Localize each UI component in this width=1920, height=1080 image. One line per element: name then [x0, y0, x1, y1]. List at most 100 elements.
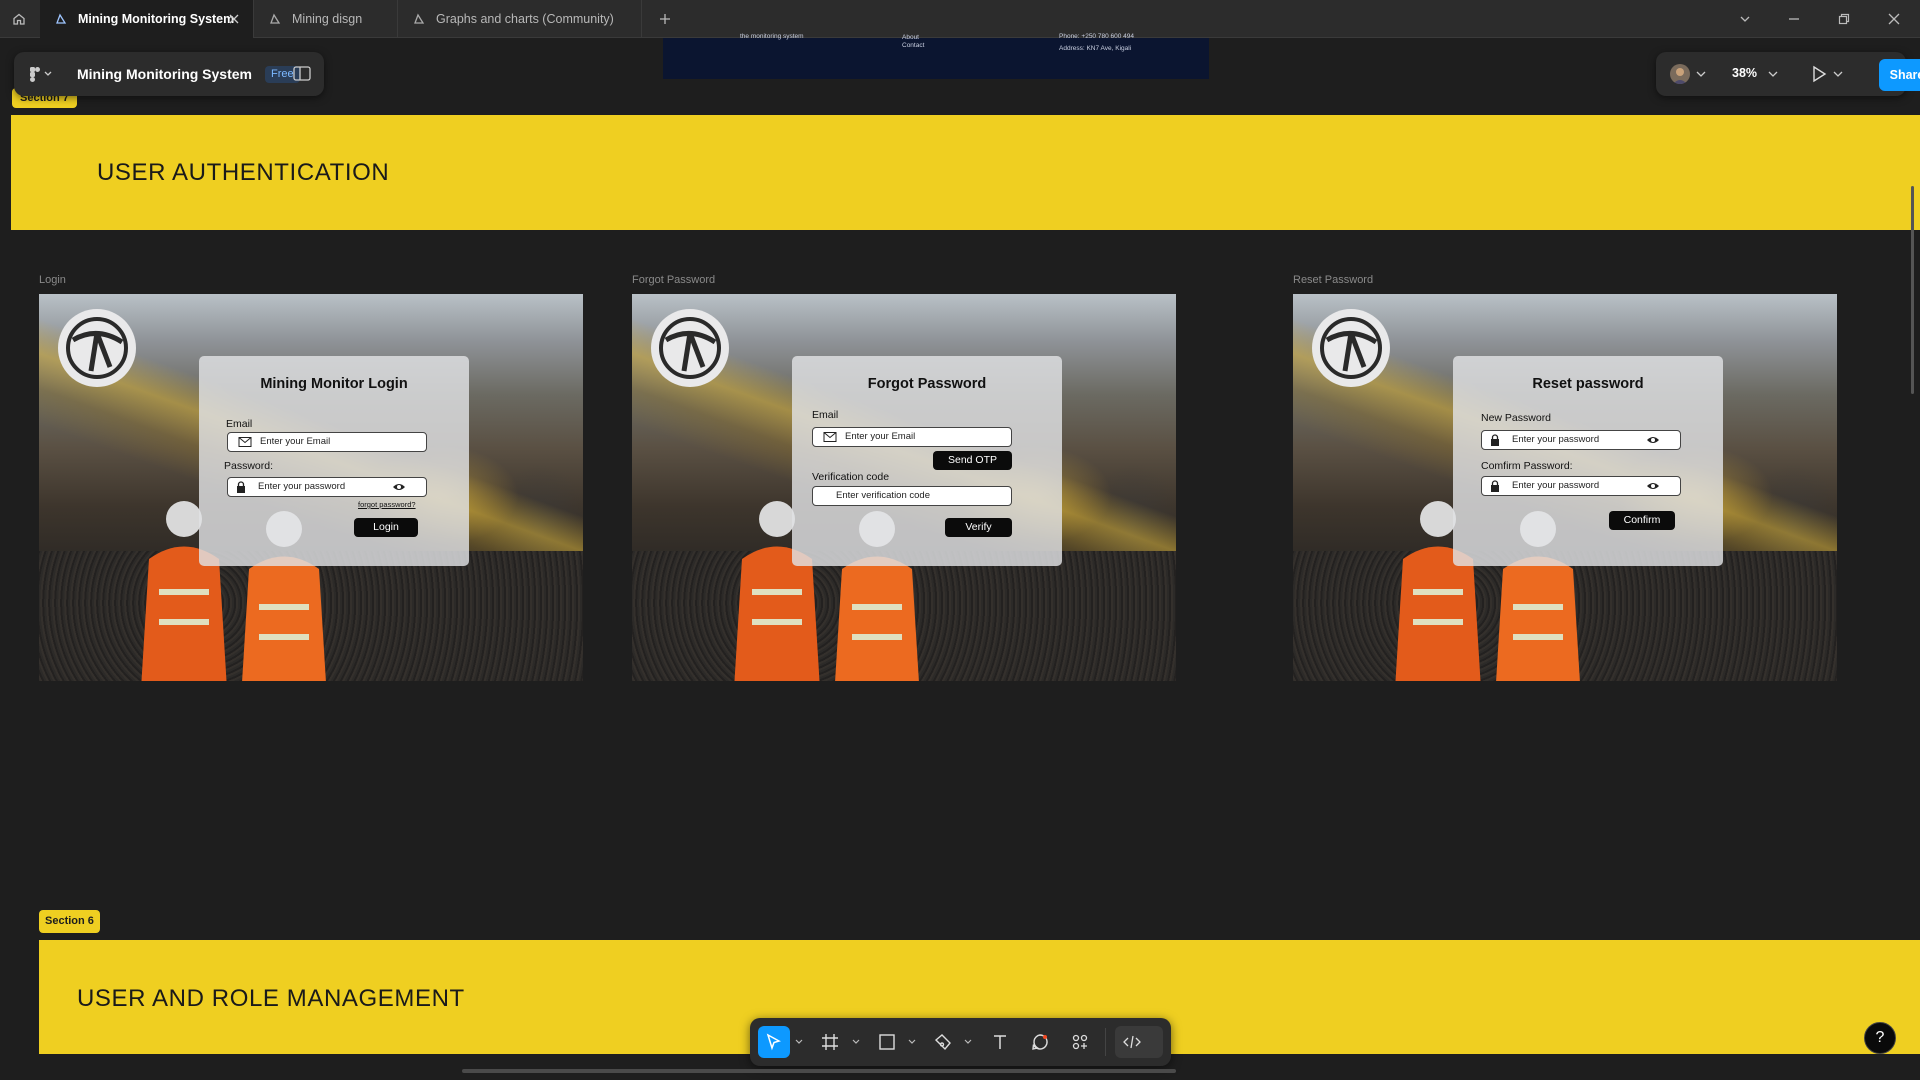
figma-menu-icon[interactable]	[28, 64, 60, 84]
chevron-down-icon[interactable]	[964, 1039, 972, 1045]
dev-mode-icon[interactable]	[1115, 1026, 1163, 1058]
verification-code-field[interactable]: Enter verification code	[812, 486, 1012, 506]
login-frame[interactable]: Mining Monitor Login Email Enter your Em…	[39, 294, 583, 681]
verification-code-label: Verification code	[812, 471, 890, 483]
file-menu-pill: Mining Monitoring System Free	[14, 52, 324, 96]
text-tool-icon[interactable]	[984, 1026, 1016, 1058]
email-label: Email	[812, 409, 839, 421]
plus-icon[interactable]	[654, 8, 676, 30]
pickaxe-logo-icon	[651, 309, 729, 387]
chevron-down-icon[interactable]	[852, 1039, 860, 1045]
forgot-password-link[interactable]: forgot password?	[358, 500, 416, 509]
play-icon[interactable]	[1811, 65, 1827, 83]
footer-address: Address: KN7 Ave, Kigali	[1059, 45, 1132, 52]
email-placeholder: Enter your Email	[260, 436, 331, 447]
vertical-scrollbar[interactable]	[1911, 186, 1914, 394]
frame-label-login[interactable]: Login	[39, 274, 66, 286]
chevron-down-icon[interactable]	[1833, 70, 1843, 78]
frame-label-reset-password[interactable]: Reset Password	[1293, 274, 1373, 286]
chevron-down-icon[interactable]	[795, 1039, 803, 1045]
new-password-label: New Password	[1481, 412, 1552, 424]
pickaxe-logo-icon	[58, 309, 136, 387]
tab-graphs-and-charts[interactable]: Graphs and charts (Community)	[398, 0, 642, 38]
figma-file-icon	[414, 13, 425, 24]
confirm-password-field[interactable]: Enter your password	[1481, 476, 1681, 496]
tab-mining-monitoring-system[interactable]: Mining Monitoring System	[40, 0, 254, 38]
tab-label: Mining disgn	[292, 12, 363, 26]
chevron-down-icon[interactable]	[1696, 70, 1706, 78]
frame-label-forgot-password[interactable]: Forgot Password	[632, 274, 715, 286]
chevron-down-icon[interactable]	[1734, 8, 1756, 30]
send-otp-button[interactable]: Send OTP	[933, 451, 1012, 470]
tab-label: Graphs and charts (Community)	[436, 12, 614, 26]
mail-icon	[823, 432, 837, 442]
eye-icon[interactable]	[1646, 434, 1660, 446]
section-title: USER AND ROLE MANAGEMENT	[77, 985, 465, 1012]
help-button[interactable]: ?	[1864, 1022, 1896, 1054]
lock-icon	[1491, 480, 1499, 492]
login-card: Mining Monitor Login Email Enter your Em…	[199, 356, 469, 566]
verify-button[interactable]: Verify	[945, 518, 1012, 537]
footer-frame-peek[interactable]: the monitoring system About Contact Phon…	[663, 33, 1209, 79]
file-name[interactable]: Mining Monitoring System	[77, 66, 252, 82]
view-controls-pill: 38% Share	[1656, 52, 1920, 96]
verification-code-placeholder: Enter verification code	[836, 490, 930, 501]
section-7-header[interactable]: USER AUTHENTICATION	[11, 115, 1920, 230]
frame-tool-icon[interactable]	[814, 1026, 846, 1058]
password-field[interactable]: Enter your password	[227, 477, 427, 497]
reset-password-title: Reset password	[1532, 376, 1644, 392]
new-password-placeholder: Enter your password	[1512, 434, 1600, 445]
minimize-icon[interactable]	[1783, 8, 1805, 30]
footer-phone: Phone: +250 780 600 494	[1059, 33, 1135, 40]
tab-mining-disgn[interactable]: Mining disgn	[254, 0, 398, 38]
footer-link-about: About	[902, 34, 919, 41]
email-label: Email	[226, 418, 253, 430]
sidebar-toggle-icon[interactable]	[292, 64, 314, 84]
chevron-down-icon[interactable]	[908, 1039, 916, 1045]
zoom-level[interactable]: 38%	[1732, 66, 1757, 80]
password-label: Password:	[224, 460, 274, 472]
email-placeholder: Enter your Email	[845, 431, 916, 442]
forgot-password-card: Forgot Password Email Enter your Email S…	[792, 356, 1062, 566]
confirm-password-label: Comfirm Password:	[1481, 460, 1573, 472]
forgot-password-frame[interactable]: Forgot Password Email Enter your Email S…	[632, 294, 1176, 681]
toolbar-divider	[1105, 1028, 1106, 1056]
reset-password-card: Reset password New Password Enter your p…	[1453, 356, 1723, 566]
restore-icon[interactable]	[1833, 8, 1855, 30]
avatar[interactable]	[1670, 64, 1690, 84]
figma-window: Mining Monitoring System Mining disgn Gr…	[0, 0, 1920, 1080]
close-icon[interactable]	[227, 12, 241, 26]
footer-link-contact: Contact	[902, 42, 925, 49]
actions-icon[interactable]	[1064, 1026, 1096, 1058]
email-field[interactable]: Enter your Email	[227, 432, 427, 452]
tab-bar: Mining Monitoring System Mining disgn Gr…	[0, 0, 1920, 38]
rectangle-tool-icon[interactable]	[871, 1026, 903, 1058]
chevron-down-icon[interactable]	[1768, 70, 1778, 78]
section-6-badge[interactable]: Section 6	[39, 910, 100, 933]
pickaxe-logo-icon	[1312, 309, 1390, 387]
login-button[interactable]: Login	[354, 518, 418, 537]
comment-tool-icon[interactable]	[1024, 1026, 1056, 1058]
pen-tool-icon[interactable]	[927, 1026, 959, 1058]
eye-icon[interactable]	[1646, 480, 1660, 492]
new-password-field[interactable]: Enter your password	[1481, 430, 1681, 450]
confirm-button[interactable]: Confirm	[1609, 511, 1675, 530]
forgot-password-title: Forgot Password	[867, 376, 987, 392]
window-close-icon[interactable]	[1883, 8, 1905, 30]
lock-icon	[237, 481, 245, 493]
share-button[interactable]: Share	[1879, 59, 1920, 91]
password-placeholder: Enter your password	[258, 481, 346, 492]
footer-text: the monitoring system	[740, 33, 804, 40]
home-icon[interactable]	[8, 8, 30, 30]
lock-icon	[1491, 434, 1499, 446]
figma-file-icon	[56, 13, 67, 24]
eye-icon[interactable]	[392, 481, 406, 493]
login-title: Mining Monitor Login	[260, 376, 408, 392]
section-title: USER AUTHENTICATION	[97, 159, 390, 186]
reset-password-frame[interactable]: Reset password New Password Enter your p…	[1293, 294, 1837, 681]
email-field[interactable]: Enter your Email	[812, 427, 1012, 447]
move-tool-icon[interactable]	[758, 1026, 790, 1058]
confirm-password-placeholder: Enter your password	[1512, 480, 1600, 491]
horizontal-scrollbar[interactable]	[462, 1069, 1176, 1073]
mail-icon	[238, 437, 252, 447]
